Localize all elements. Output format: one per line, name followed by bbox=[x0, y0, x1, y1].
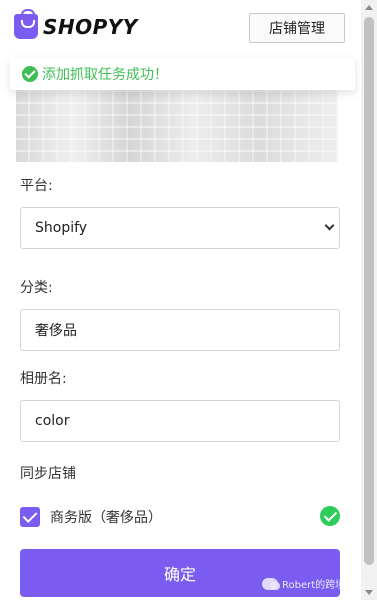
scroll-down-arrow-icon[interactable] bbox=[365, 590, 373, 595]
album-name-label: 相册名: bbox=[20, 371, 67, 387]
success-check-icon bbox=[320, 506, 340, 526]
check-circle-icon bbox=[22, 66, 38, 82]
success-toast: 添加抓取任务成功！ bbox=[10, 58, 355, 90]
category-label: 分类: bbox=[20, 280, 53, 296]
toast-message: 添加抓取任务成功！ bbox=[42, 67, 168, 83]
brand-name: SHOPYY bbox=[43, 14, 138, 39]
platform-select[interactable]: Shopify bbox=[20, 207, 340, 249]
store-management-button[interactable]: 店铺管理 bbox=[249, 13, 345, 43]
sync-store-name: 商务版（奢侈品） bbox=[50, 510, 162, 526]
vertical-scrollbar[interactable] bbox=[361, 0, 377, 600]
scroll-thumb[interactable] bbox=[364, 17, 374, 565]
wechat-icon bbox=[262, 577, 280, 590]
watermark: Robert的跨境日志 bbox=[262, 576, 365, 591]
category-input-value: 奢侈品 bbox=[35, 323, 77, 339]
brand-logo: SHOPYY bbox=[14, 9, 138, 39]
sync-store-checkbox[interactable] bbox=[20, 507, 40, 527]
blurred-content bbox=[16, 84, 338, 162]
shopping-bag-icon bbox=[14, 9, 38, 39]
chevron-down-icon bbox=[324, 220, 335, 231]
album-name-input-value: color bbox=[35, 413, 70, 429]
platform-label: 平台: bbox=[20, 178, 53, 194]
app-header: SHOPYY 店铺管理 bbox=[0, 0, 361, 56]
sync-store-label: 同步店铺 bbox=[20, 466, 76, 482]
watermark-text: Robert的跨境日志 bbox=[282, 580, 366, 591]
platform-select-value: Shopify bbox=[35, 220, 88, 236]
scroll-up-arrow-icon[interactable] bbox=[365, 5, 373, 10]
album-name-input[interactable]: color bbox=[20, 400, 340, 442]
category-input[interactable]: 奢侈品 bbox=[20, 309, 340, 351]
sync-store-option[interactable]: 商务版（奢侈品） bbox=[20, 506, 340, 528]
